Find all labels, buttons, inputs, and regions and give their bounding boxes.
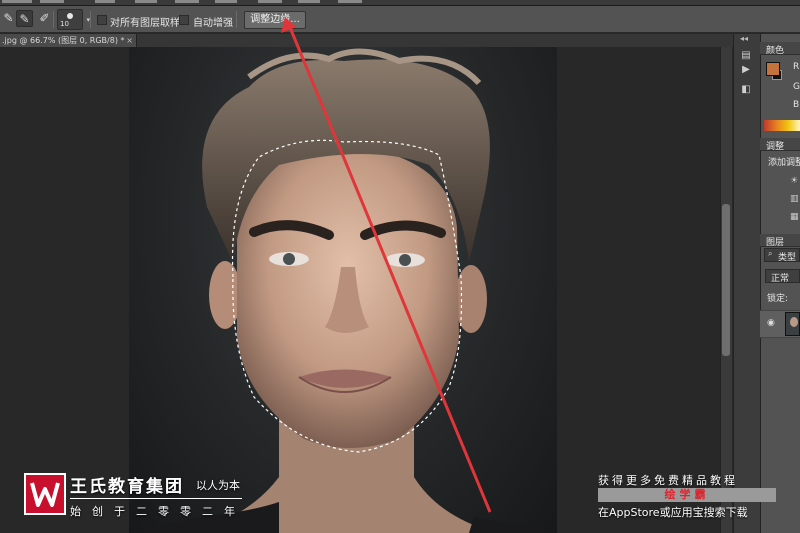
brush-size: 10 bbox=[60, 20, 69, 28]
document-tab-title: .jpg @ 66.7% (图层 0, RGB/8) * bbox=[2, 36, 125, 45]
eye-icon[interactable]: ◉ bbox=[767, 318, 777, 328]
refine-edge-button[interactable]: 调整边缘... bbox=[244, 11, 306, 29]
tab-layers[interactable]: 图层 bbox=[760, 234, 800, 248]
brand-logo bbox=[24, 473, 66, 515]
tab-adjustments-label: 调整 bbox=[766, 142, 785, 152]
brightness-icon[interactable]: ☀ bbox=[790, 176, 798, 186]
sample-all-layers-label: 对所有图层取样 bbox=[110, 18, 180, 29]
add-to-selection-icon[interactable]: ✎ bbox=[16, 10, 33, 27]
actions-panel-icon[interactable]: ▶ bbox=[739, 64, 753, 76]
watermark-brand: 王氏教育集团 bbox=[70, 477, 184, 497]
options-bar: ✎ ✎ ✐ 10 ▾ 对所有图层取样 自动增强 调整边缘... bbox=[0, 6, 800, 33]
brush-tip-icon bbox=[67, 13, 73, 19]
scrollbar-thumb[interactable] bbox=[722, 204, 730, 356]
tab-color[interactable]: 颜色 bbox=[760, 42, 800, 56]
close-icon[interactable]: × bbox=[126, 34, 133, 47]
promo-headline: 获得更多免费精品教程 bbox=[598, 474, 738, 487]
watermark-tagline: 以人为本 bbox=[196, 479, 240, 492]
subtract-from-selection-icon[interactable]: ✐ bbox=[36, 10, 53, 27]
channel-g-label: G bbox=[793, 82, 800, 92]
tab-layers-label: 图层 bbox=[766, 238, 785, 248]
lock-label: 锁定: bbox=[767, 294, 789, 304]
watermark-motto: 始创于二零零二年 bbox=[70, 505, 246, 518]
document-tab[interactable]: .jpg @ 66.7% (图层 0, RGB/8) * × bbox=[0, 34, 137, 47]
channel-b-label: B bbox=[793, 100, 800, 110]
brush-picker[interactable]: 10 ▾ bbox=[57, 9, 90, 30]
divider bbox=[236, 11, 237, 28]
foreground-color-swatch[interactable] bbox=[766, 62, 780, 76]
panel-dock-strip: ◂◂ bbox=[733, 34, 760, 533]
photoshop-window: ✎ ✎ ✐ 10 ▾ 对所有图层取样 自动增强 调整边缘... .jpg @ 6… bbox=[0, 0, 800, 533]
watermark-divider bbox=[70, 498, 242, 499]
collapse-icon[interactable]: ◂◂ bbox=[740, 34, 748, 43]
auto-enhance-label: 自动增强 bbox=[193, 18, 233, 29]
color-spectrum[interactable] bbox=[764, 120, 800, 131]
tab-color-label: 颜色 bbox=[766, 46, 785, 56]
canvas-photo[interactable] bbox=[129, 47, 557, 533]
channel-mixer-icon[interactable]: ▦ bbox=[790, 212, 799, 222]
blend-mode-value: 正常 bbox=[771, 274, 790, 284]
search-icon: ⌕ bbox=[768, 249, 773, 258]
promo-brand: 绘学霸 bbox=[664, 488, 710, 501]
channel-r-label: R bbox=[793, 62, 800, 72]
auto-enhance-checkbox[interactable] bbox=[179, 15, 189, 25]
document-tab-bar: .jpg @ 66.7% (图层 0, RGB/8) * × bbox=[0, 34, 735, 47]
layers-filter[interactable]: ⌕ 类型 bbox=[764, 248, 800, 263]
blend-mode-select[interactable]: 正常 bbox=[765, 269, 800, 284]
divider bbox=[90, 11, 91, 28]
sample-all-layers-checkbox[interactable] bbox=[97, 15, 107, 25]
properties-panel-icon[interactable]: ◧ bbox=[739, 84, 753, 96]
divider bbox=[53, 11, 54, 28]
promo-download: 在AppStore或应用宝搜索下载 bbox=[598, 506, 748, 519]
history-panel-icon[interactable]: ▤ bbox=[739, 50, 753, 62]
tab-adjustments[interactable]: 调整 bbox=[760, 138, 800, 152]
layers-filter-label: 类型 bbox=[778, 253, 797, 263]
adjustments-add-label: 添加调整 bbox=[768, 158, 800, 168]
levels-icon[interactable]: ▥ bbox=[790, 194, 799, 204]
layer-thumbnail[interactable] bbox=[785, 312, 800, 336]
quick-selection-tool-icon[interactable]: ✎ bbox=[0, 10, 17, 27]
portrait-image bbox=[129, 48, 557, 533]
